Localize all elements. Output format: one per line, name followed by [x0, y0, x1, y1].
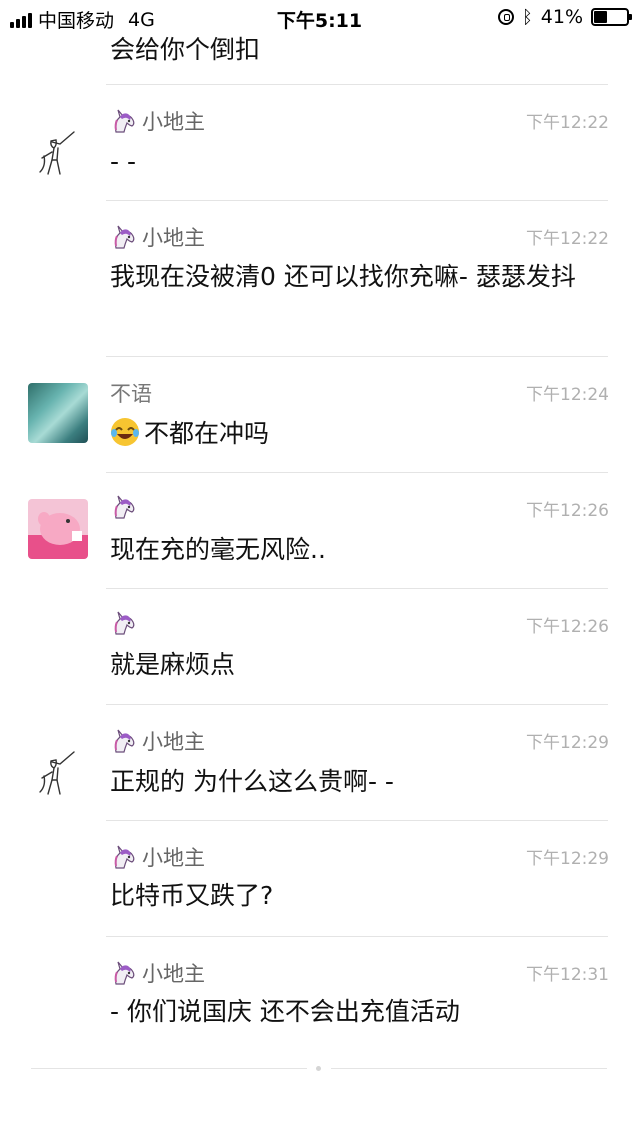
- message-text: 正规的 为什么这么贵啊- -: [110, 767, 394, 796]
- message-text: 就是麻烦点: [110, 650, 236, 679]
- message-text: 比特币又跌了?: [110, 881, 274, 910]
- unicorn-icon: [110, 494, 138, 520]
- message-time: 下午12:26: [526, 501, 609, 521]
- battery-icon: [591, 8, 632, 26]
- chat-message[interactable]: 不语 下午12:24 不都在冲吗: [0, 356, 639, 472]
- message-text: - 你们说国庆 还不会出充值活动: [110, 997, 460, 1026]
- unicorn-icon: [110, 844, 138, 870]
- previous-message-text: 会给你个倒扣: [110, 35, 261, 64]
- chat-message[interactable]: 下午12:26 就是麻烦点: [0, 588, 639, 704]
- message-text: 不都在冲吗: [110, 414, 609, 454]
- face-with-tears-of-joy-icon: [110, 417, 140, 447]
- list-end-dot: [316, 1066, 321, 1071]
- message-time: 下午12:24: [526, 385, 609, 405]
- chat-message[interactable]: 小地主 下午12:29 正规的 为什么这么贵啊- -: [0, 704, 639, 820]
- list-end-divider: [331, 1068, 607, 1069]
- message-text: 我现在没被清0 还可以找你充嘛- 瑟瑟发抖: [110, 262, 576, 291]
- chat-message[interactable]: 小地主 下午12:22 我现在没被清0 还可以找你充嘛- 瑟瑟发抖: [0, 200, 639, 356]
- orientation-lock-icon: [497, 9, 514, 25]
- sender-name: 小地主: [110, 842, 205, 872]
- battery-percent: 41%: [540, 6, 583, 28]
- chat-message[interactable]: 小地主 下午12:31 - 你们说国庆 还不会出充值活动: [0, 936, 639, 1052]
- message-text: 现在充的毫无风险..: [110, 535, 326, 564]
- unicorn-icon: [110, 224, 138, 250]
- sender-name: [110, 494, 138, 520]
- avatar[interactable]: [30, 748, 84, 802]
- chat-message[interactable]: 下午12:26 现在充的毫无风险..: [0, 472, 639, 588]
- message-time: 下午12:26: [526, 617, 609, 637]
- status-bar: 中国移动 4G 下午5:11 ᛒ 41%: [0, 0, 639, 36]
- sender-name: 小地主: [110, 222, 205, 252]
- unicorn-icon: [110, 728, 138, 754]
- avatar[interactable]: [28, 499, 88, 559]
- chat-message[interactable]: 小地主 下午12:29 比特币又跌了?: [0, 820, 639, 936]
- avatar[interactable]: [28, 383, 88, 443]
- message-time: 下午12:22: [526, 113, 609, 133]
- unicorn-icon: [110, 108, 138, 134]
- message-time: 下午12:22: [526, 229, 609, 249]
- unicorn-icon: [110, 960, 138, 986]
- sender-name: 小地主: [110, 106, 205, 136]
- list-end-divider: [31, 1068, 307, 1069]
- message-time: 下午12:29: [526, 733, 609, 753]
- message-text: - -: [110, 147, 136, 176]
- sender-name: 不语: [110, 382, 152, 406]
- avatar[interactable]: [30, 128, 84, 182]
- chat-message[interactable]: 小地主 下午12:22 - -: [0, 84, 639, 200]
- sender-name: 小地主: [110, 958, 205, 988]
- message-time: 下午12:31: [526, 965, 609, 985]
- bluetooth-icon: ᛒ: [521, 6, 533, 28]
- unicorn-icon: [110, 610, 138, 636]
- message-time: 下午12:29: [526, 849, 609, 869]
- sender-name: [110, 610, 138, 636]
- sender-name: 小地主: [110, 726, 205, 756]
